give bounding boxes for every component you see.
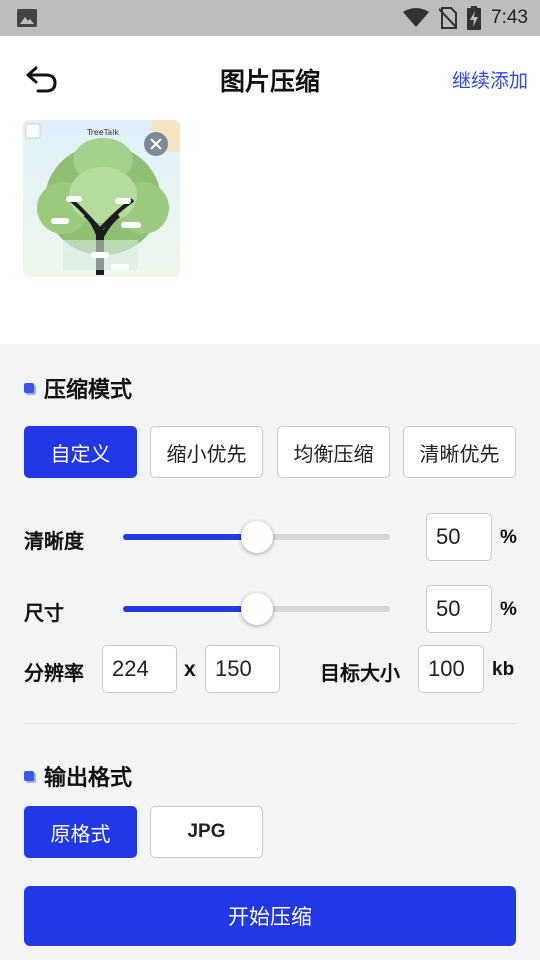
clarity-slider-fill bbox=[123, 534, 257, 540]
size-slider-handle[interactable] bbox=[240, 593, 273, 625]
mode-clarity-first-button[interactable]: 清晰优先 bbox=[403, 426, 516, 478]
resolution-height-input[interactable]: 150 bbox=[205, 645, 280, 693]
resolution-separator: x bbox=[184, 658, 196, 681]
size-input[interactable]: 50 bbox=[426, 585, 492, 633]
resolution-label: 分辨率 bbox=[24, 661, 84, 685]
size-slider[interactable] bbox=[123, 593, 390, 625]
clarity-slider[interactable] bbox=[123, 521, 390, 553]
size-slider-fill bbox=[123, 606, 257, 612]
wifi-icon bbox=[403, 8, 430, 27]
compress-mode-title: 压缩模式 bbox=[44, 378, 133, 403]
size-unit: % bbox=[500, 599, 517, 620]
output-format-title: 输出格式 bbox=[44, 766, 133, 791]
format-original-button[interactable]: 原格式 bbox=[24, 806, 137, 858]
target-size-input[interactable]: 100 bbox=[418, 645, 484, 693]
divider bbox=[24, 723, 516, 724]
compress-mode-heading: 压缩模式 bbox=[24, 372, 132, 404]
resolution-width-input[interactable]: 224 bbox=[102, 645, 177, 693]
clarity-input[interactable]: 50 bbox=[426, 513, 492, 561]
remove-image-button[interactable] bbox=[144, 132, 168, 156]
output-format-heading: 输出格式 bbox=[24, 760, 132, 792]
target-size-label: 目标大小 bbox=[320, 661, 400, 685]
mode-smaller-first-button[interactable]: 缩小优先 bbox=[150, 426, 263, 478]
gallery-notification-icon bbox=[17, 9, 37, 27]
clarity-unit: % bbox=[500, 527, 517, 548]
clarity-slider-handle[interactable] bbox=[240, 521, 273, 553]
thumbnail-caption: TreeTalk bbox=[86, 128, 119, 137]
status-bar: 7:43 bbox=[0, 0, 540, 36]
no-sim-icon bbox=[439, 7, 458, 29]
section-marker-icon bbox=[24, 383, 34, 393]
add-more-link[interactable]: 继续添加 bbox=[452, 66, 528, 93]
format-jpg-button[interactable]: JPG bbox=[150, 806, 263, 858]
clarity-label: 清晰度 bbox=[24, 529, 84, 553]
clock: 7:43 bbox=[491, 7, 528, 28]
section-marker-icon bbox=[24, 771, 34, 781]
start-compress-button[interactable]: 开始压缩 bbox=[24, 886, 516, 946]
target-size-unit: kb bbox=[492, 659, 515, 680]
mode-custom-button[interactable]: 自定义 bbox=[24, 426, 137, 478]
header-panel: 图片压缩 继续添加 TreeTalk bbox=[0, 36, 540, 344]
size-label: 尺寸 bbox=[24, 601, 64, 625]
battery-charging-icon bbox=[467, 6, 482, 30]
mode-balanced-button[interactable]: 均衡压缩 bbox=[277, 426, 390, 478]
